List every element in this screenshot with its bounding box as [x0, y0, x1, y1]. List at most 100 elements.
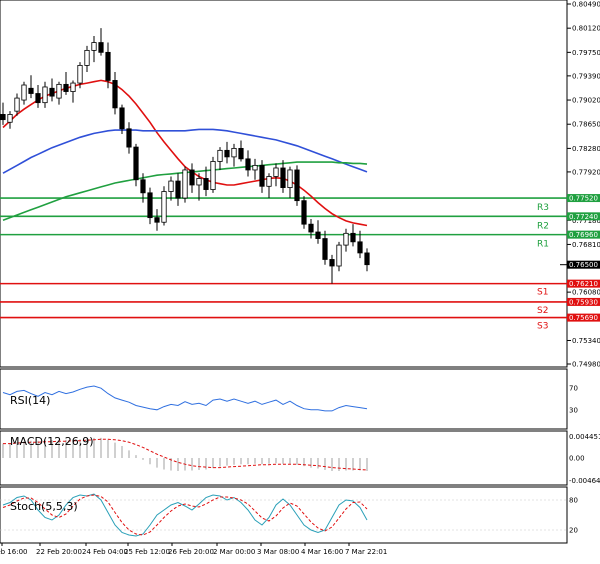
price-tick-label: 0.79750 — [572, 49, 600, 57]
candle-body — [182, 169, 188, 199]
candle-body — [70, 82, 76, 92]
chart-canvas: R3 R2 R1 S1 S2 S3 0.80490 0.80120 0.79750 0.7939… — [0, 0, 600, 556]
candle-body — [126, 128, 132, 148]
stoch-tick-label: 20 — [569, 527, 578, 535]
candle-body — [315, 231, 321, 239]
support-price-tag-label: 0.75690 — [569, 314, 598, 322]
candle-body — [77, 65, 83, 84]
candle-body — [140, 179, 146, 194]
support-price-tag-label: 0.75930 — [569, 298, 598, 306]
support-label-s2: S2 — [537, 306, 548, 316]
candle-body — [350, 232, 356, 243]
time-tick-label: 26 Feb 20:00 — [168, 548, 214, 556]
candle-body — [63, 83, 69, 92]
candle-body — [364, 252, 370, 266]
support-label-s1: S1 — [537, 288, 548, 298]
candle-body — [49, 87, 55, 97]
candle-body — [105, 51, 111, 81]
candle-body — [280, 167, 286, 188]
candle-body — [266, 176, 272, 187]
candle-body — [217, 149, 223, 162]
candle-body — [252, 164, 258, 171]
resistance-price-tag-label: 0.77520 — [569, 195, 598, 203]
candle-body — [168, 180, 174, 192]
candle-body — [112, 80, 118, 109]
resistance-price-tag-label: 0.77240 — [569, 213, 598, 221]
candle-body — [147, 192, 153, 219]
candle-body — [0, 114, 6, 121]
candle — [161, 186, 167, 226]
candle-body — [91, 42, 97, 51]
candle-body — [42, 86, 48, 104]
time-tick-label: 2 Mar 00:00 — [213, 548, 255, 556]
resistance-price-tag-label: 0.76960 — [569, 231, 598, 239]
candle-body — [308, 223, 314, 233]
candle-body — [84, 49, 90, 66]
candle-body — [245, 158, 251, 171]
candle-body — [343, 232, 349, 246]
price-tick-label: 0.78280 — [572, 145, 600, 153]
time-tick-label: 3 Mar 08:00 — [257, 548, 299, 556]
candle-body — [203, 178, 209, 190]
candle-body — [161, 191, 167, 223]
resistance-label-r1: R1 — [537, 240, 549, 250]
candle-body — [119, 107, 125, 130]
candle-body — [210, 161, 216, 190]
candle-body — [21, 84, 27, 101]
price-tick-label: 0.77920 — [572, 168, 600, 176]
rsi-tick-label: 30 — [569, 406, 578, 414]
resistance-label-r2: R2 — [537, 221, 549, 231]
support-price-tag-label: 0.76210 — [569, 280, 598, 288]
candle-body — [56, 83, 62, 99]
candle-body — [287, 169, 293, 188]
candle-body — [175, 180, 181, 199]
rsi-tick-label: 70 — [569, 385, 578, 393]
candle-body — [224, 149, 230, 158]
candle — [294, 165, 300, 206]
price-tick-label: 0.76810 — [572, 241, 600, 249]
candle-body — [98, 42, 104, 53]
price-tick-label: 0.74980 — [572, 361, 600, 369]
candle-body — [336, 244, 342, 267]
support-label-s3: S3 — [537, 322, 548, 332]
candle-body — [189, 169, 195, 186]
stoch-tick-label: 80 — [569, 497, 578, 505]
price-tick-label: 0.76080 — [572, 289, 600, 297]
candle — [133, 143, 139, 187]
rsi-plot-frame — [0, 368, 568, 430]
time-axis: 9 Feb 16:00 22 Feb 20:0024 Feb 04:0025 Fe… — [0, 543, 387, 556]
resistance-label-r3: R3 — [537, 203, 549, 213]
time-tick-label: 4 Mar 16:00 — [301, 548, 343, 556]
rsi-panel — [0, 368, 568, 430]
candle-body — [14, 97, 20, 112]
macd-tick-label: -0.004646 — [569, 477, 600, 485]
price-tick-label: 0.79390 — [572, 72, 600, 80]
candle-body — [196, 178, 202, 186]
time-tick-label: 24 Feb 04:00 — [82, 548, 128, 556]
rsi-label: RSI(14) — [10, 394, 50, 407]
candle-body — [35, 93, 41, 104]
price-tick-label: 0.78650 — [572, 121, 600, 129]
candle-body — [322, 238, 328, 260]
time-tick-label: 25 Feb 12:00 — [124, 548, 170, 556]
price-tick-label: 0.80120 — [572, 25, 600, 33]
macd-tick-label: 0.00 — [569, 455, 585, 463]
time-tick-label: 7 Mar 22:01 — [345, 548, 387, 556]
candle-body — [357, 241, 363, 254]
candle-body — [329, 259, 335, 267]
current-price-label: 0.76500 — [569, 261, 598, 269]
candle-body — [259, 164, 265, 187]
macd-label: MACD(12,26,9) — [10, 435, 94, 448]
candle-body — [154, 217, 160, 223]
time-tick-label: 22 Feb 20:00 — [36, 548, 82, 556]
candle-body — [28, 87, 34, 94]
candle-body — [7, 114, 13, 123]
candle-body — [133, 146, 139, 181]
candle — [182, 166, 188, 203]
price-tick-label: 0.79020 — [572, 97, 600, 105]
candle-body — [301, 200, 307, 225]
macd-tick-label: 0.004451 — [569, 433, 600, 441]
candle-body — [273, 167, 279, 177]
candle — [301, 196, 307, 229]
candle-body — [238, 147, 244, 160]
